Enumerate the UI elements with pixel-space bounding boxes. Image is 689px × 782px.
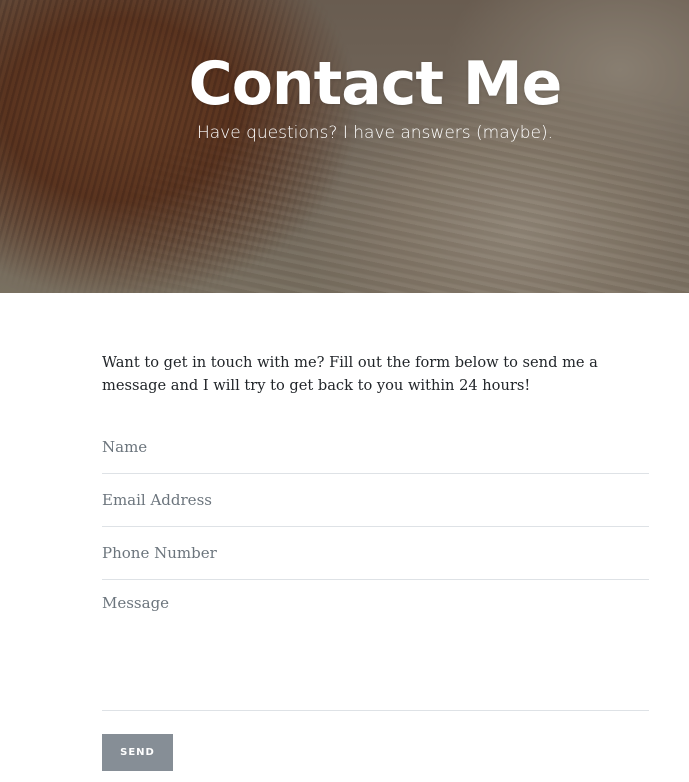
main-content: Want to get in touch with me? Fill out t…: [102, 351, 649, 397]
page-subtitle: Have questions? I have answers (maybe).: [196, 123, 553, 143]
send-button[interactable]: Send: [102, 734, 173, 771]
message-textarea[interactable]: [102, 594, 649, 704]
intro-text: Want to get in touch with me? Fill out t…: [102, 354, 598, 394]
page-title: Contact Me: [188, 49, 563, 119]
email-input[interactable]: [102, 489, 649, 511]
page-header: Contact Me Have questions? I have answer…: [0, 0, 689, 293]
name-field-group: [102, 421, 649, 474]
message-field-group: [102, 580, 649, 711]
phone-input[interactable]: [102, 542, 649, 564]
phone-field-group: [102, 527, 649, 580]
email-field-group: [102, 474, 649, 527]
contact-form: Send: [102, 421, 649, 771]
name-input[interactable]: [102, 436, 649, 458]
